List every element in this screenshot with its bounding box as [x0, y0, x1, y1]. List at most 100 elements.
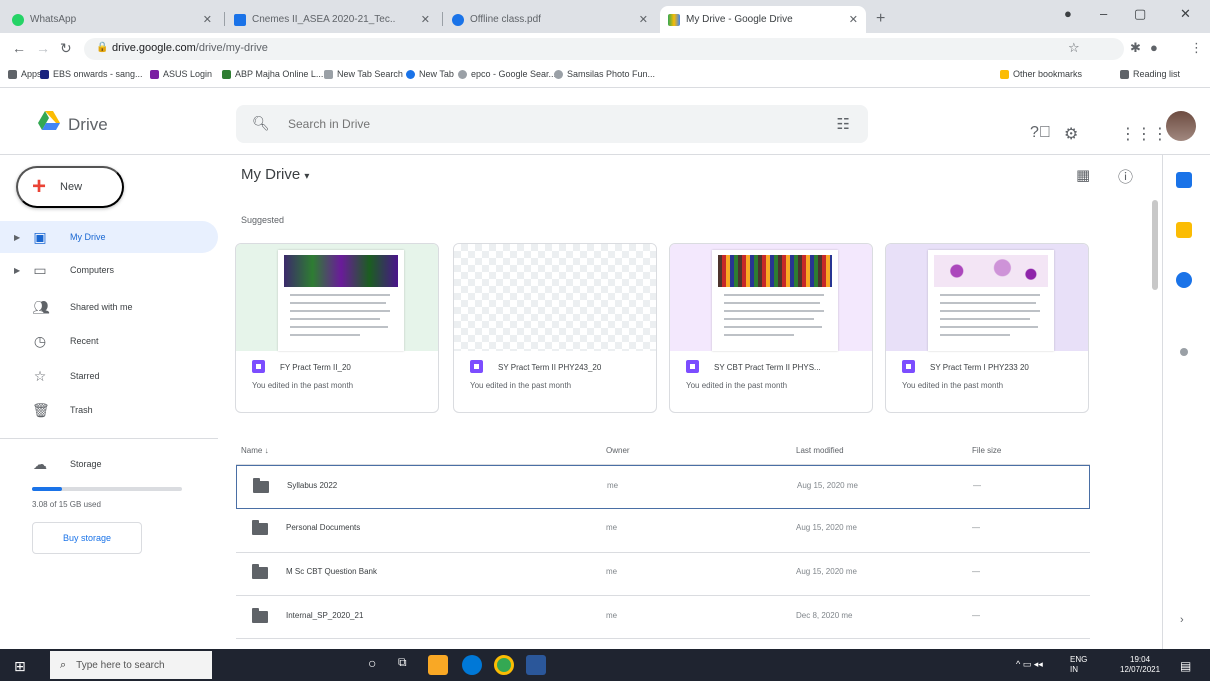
search-box[interactable]: 🔍︎ ☷ [236, 105, 868, 143]
browser-menu-icon[interactable]: ⋮ [1190, 40, 1203, 56]
tab-pdf-document[interactable]: Cnemes II_ASEA 2020-21_Tec.. ✕ [226, 6, 438, 33]
back-icon[interactable]: ← [12, 40, 26, 56]
help-icon[interactable]: ?⃝ [1030, 124, 1051, 142]
file-explorer-icon[interactable] [428, 655, 448, 675]
bookmark-asus[interactable]: ASUS Login [150, 69, 212, 79]
tab-my-drive[interactable]: My Drive - Google Drive ✕ [660, 6, 866, 33]
sidebar-item-storage[interactable]: ☁ Storage [0, 449, 218, 479]
my-drive-icon: ▣ [33, 228, 47, 245]
table-row[interactable]: M Sc CBT Question Bank me Aug 15, 2020 m… [236, 552, 1090, 596]
taskbar-search[interactable]: ⌕ Type here to search [50, 651, 212, 679]
search-input[interactable] [288, 114, 808, 134]
sidebar-item-starred[interactable]: ☆ Starred [0, 360, 218, 392]
tab-title: My Drive - Google Drive [686, 14, 793, 25]
bookmark-label: Apps [21, 69, 42, 79]
expand-caret-icon[interactable]: ▶ [14, 233, 20, 242]
windows-start-icon[interactable]: ⊞ [14, 658, 26, 675]
file-name: Internal_SP_2020_21 [286, 611, 364, 620]
bookmark-abp[interactable]: ABP Majha Online L... [222, 69, 323, 79]
drive-logo-text[interactable]: Drive [68, 115, 108, 135]
notification-icon[interactable]: ▤ [1180, 659, 1191, 673]
suggested-card[interactable]: SY Pract Term I PHY233 20 You edited in … [885, 243, 1089, 413]
bookmark-apps[interactable]: Apps [8, 69, 42, 79]
bookmark-new-tab-search[interactable]: New Tab Search [324, 69, 403, 79]
text-line [290, 294, 390, 296]
close-tab-icon[interactable]: ✕ [421, 13, 430, 26]
clock[interactable]: 19:04 12/07/2021 [1120, 655, 1160, 675]
form-icon [686, 360, 699, 373]
avatar[interactable] [1166, 111, 1196, 141]
sidebar-item-recent[interactable]: ◷ Recent [0, 325, 218, 357]
profile-icon[interactable]: ● [1064, 6, 1072, 21]
table-row[interactable]: Internal_SP_2020_21 me Dec 8, 2020 me — [236, 596, 1090, 640]
forward-icon[interactable]: → [36, 40, 50, 56]
sidebar-item-trash[interactable]: 🗑︎ Trash [0, 394, 218, 426]
bookmark-other[interactable]: Other bookmarks [1000, 69, 1082, 79]
calendar-icon[interactable] [1176, 172, 1192, 188]
bookmark-epco[interactable]: epco - Google Sear... [458, 69, 556, 79]
sidebar-item-computers[interactable]: ▶ ▭ Computers [0, 254, 218, 286]
chrome-icon[interactable] [494, 655, 514, 675]
drive-logo-icon[interactable] [38, 111, 60, 131]
add-on-icon[interactable] [1180, 348, 1188, 356]
buy-storage-button[interactable]: Buy storage [32, 522, 142, 554]
chevron-right-icon[interactable]: › [1180, 614, 1188, 626]
sidebar-item-my-drive[interactable]: ▶ ▣ My Drive [0, 221, 218, 253]
preview-image [718, 255, 832, 287]
table-row[interactable]: Syllabus 2022 me Aug 15, 2020 me — [236, 465, 1090, 509]
file-owner: me [607, 481, 619, 490]
close-tab-icon[interactable]: ✕ [849, 13, 858, 26]
suggested-card[interactable]: SY Pract Term II PHY243_20 You edited in… [453, 243, 657, 413]
file-name: Personal Documents [286, 523, 361, 532]
sidebar-item-label: Shared with me [70, 302, 133, 312]
account-icon[interactable]: ● [1150, 40, 1158, 55]
extensions-icon[interactable]: ✱ [1130, 40, 1141, 56]
form-icon [902, 360, 915, 373]
edge-icon[interactable] [462, 655, 482, 675]
url-field[interactable]: 🔒 drive.google.com/drive/my-drive [84, 38, 1124, 60]
column-header-last-modified[interactable]: Last modified [796, 446, 844, 455]
tray-icons[interactable]: ^ ▭ ◂◂ [1016, 659, 1043, 670]
cortana-icon[interactable]: ○ [368, 655, 388, 675]
suggested-card[interactable]: SY CBT Pract Term II PHYS... You edited … [669, 243, 873, 413]
sidebar-item-label: My Drive [70, 232, 106, 242]
bookmark-reading-list[interactable]: Reading list [1120, 69, 1180, 79]
page-title[interactable]: My Drive ▾ [241, 166, 309, 183]
window-close-icon[interactable]: ✕ [1180, 6, 1191, 22]
sidebar-divider [0, 438, 218, 439]
bookmark-ebs[interactable]: EBS onwards - sang... [40, 69, 143, 79]
word-icon[interactable] [526, 655, 546, 675]
task-view-icon[interactable]: ⧉ [398, 655, 418, 675]
column-header-file-size[interactable]: File size [972, 446, 1001, 455]
apps-grid-icon[interactable]: ⋮⋮⋮ [1120, 124, 1168, 144]
maximize-icon[interactable]: ▢ [1134, 6, 1146, 22]
reload-icon[interactable]: ↻ [60, 40, 72, 57]
search-icon[interactable]: 🔍︎ [252, 115, 270, 132]
new-button[interactable]: + New [16, 166, 124, 208]
settings-icon[interactable]: ⚙ [1064, 124, 1078, 144]
column-header-name[interactable]: Name ↓ [241, 446, 269, 455]
column-header-owner[interactable]: Owner [606, 446, 630, 455]
tab-whatsapp[interactable]: WhatsApp ✕ [4, 6, 220, 33]
minimize-icon[interactable]: – [1100, 6, 1107, 21]
card-title: FY Pract Term II_20 [280, 363, 351, 372]
bookmark-samsilas[interactable]: Samsilas Photo Fun... [554, 69, 655, 79]
tab-offline-class[interactable]: Offline class.pdf ✕ [444, 6, 656, 33]
expand-caret-icon[interactable]: ▶ [14, 266, 20, 275]
suggested-card[interactable]: FY Pract Term II_20 You edited in the pa… [235, 243, 439, 413]
close-tab-icon[interactable]: ✕ [639, 13, 648, 26]
grid-view-icon[interactable]: ▦ [1076, 166, 1090, 184]
bookmark-star-icon[interactable]: ☆ [1068, 40, 1080, 56]
bookmark-new-tab[interactable]: New Tab [406, 69, 454, 79]
new-tab-button[interactable]: + [876, 10, 885, 28]
sidebar-item-shared-with-me[interactable]: 👥︎ Shared with me [0, 291, 218, 323]
info-icon[interactable]: ⓘ [1118, 166, 1133, 187]
tasks-icon[interactable] [1176, 272, 1192, 288]
keep-icon[interactable] [1176, 222, 1192, 238]
table-row[interactable]: Personal Documents me Aug 15, 2020 me — [236, 508, 1090, 552]
search-options-icon[interactable]: ☷ [837, 115, 850, 133]
scrollbar[interactable] [1152, 200, 1158, 290]
language-indicator[interactable]: ENG IN [1070, 655, 1087, 675]
close-tab-icon[interactable]: ✕ [203, 13, 212, 26]
sidebar-item-label: Starred [70, 371, 100, 381]
